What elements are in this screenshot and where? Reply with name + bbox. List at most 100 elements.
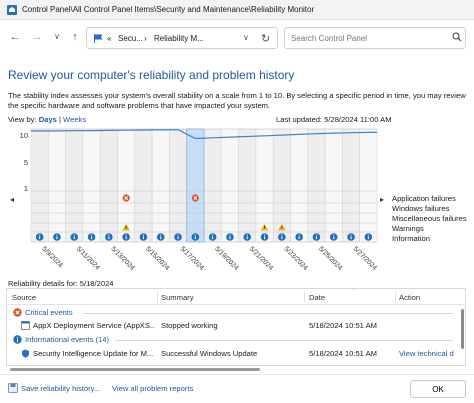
information-mark bbox=[264, 236, 266, 240]
page-description: The stability index assesses your system… bbox=[8, 91, 466, 110]
title-bar: Control Panel\All Control Panel Items\Se… bbox=[0, 0, 474, 20]
chevron-down-icon[interactable]: ∨ bbox=[243, 33, 249, 42]
day-column bbox=[99, 128, 118, 243]
day-column bbox=[169, 128, 187, 243]
information-dot bbox=[39, 234, 41, 236]
breadcrumb-security[interactable]: Secu... bbox=[118, 34, 143, 43]
x-tick-label: 5/17/2024 bbox=[179, 245, 205, 271]
row-source: Security Intelligence Update for M... bbox=[33, 349, 154, 358]
details-header: Reliability details for: 5/18/2024 bbox=[8, 279, 114, 288]
refresh-icon[interactable]: ↻ bbox=[261, 32, 270, 45]
up-button[interactable]: ↑ bbox=[68, 30, 82, 44]
information-mark bbox=[212, 236, 214, 240]
scroll-left-arrow[interactable]: ◂ bbox=[10, 195, 14, 204]
window-title: Control Panel\All Control Panel Items\Se… bbox=[22, 5, 315, 14]
information-mark bbox=[367, 236, 369, 240]
view-all-problem-reports-link[interactable]: View all problem reports bbox=[112, 384, 193, 393]
scroll-right-arrow[interactable]: ▸ bbox=[380, 195, 384, 204]
table-header: Source Summary Date ⌃ Action bbox=[7, 289, 465, 305]
x-tick-label: 5/13/2024 bbox=[109, 245, 135, 271]
day-column bbox=[151, 128, 170, 243]
day-column bbox=[290, 128, 309, 243]
x-tick-label: 5/21/2024 bbox=[248, 245, 274, 271]
warning-mark bbox=[281, 225, 283, 229]
table-row[interactable]: Security Intelligence Update for M... Su… bbox=[7, 347, 459, 360]
row-action[interactable]: View technical d bbox=[399, 349, 457, 358]
row-summary: Successful Windows Update bbox=[161, 349, 258, 358]
legend-information: Information bbox=[392, 234, 430, 243]
day-column bbox=[203, 128, 222, 243]
information-mark bbox=[125, 236, 127, 240]
view-days-link[interactable]: Days bbox=[39, 115, 57, 124]
table-row[interactable]: AppX Deployment Service (AppXS... Stoppe… bbox=[7, 319, 459, 332]
information-dot bbox=[333, 234, 335, 236]
row-source: AppX Deployment Service (AppXS... bbox=[33, 321, 155, 330]
warning-mark bbox=[125, 225, 127, 229]
day-column bbox=[30, 128, 49, 243]
column-summary[interactable]: Summary bbox=[161, 293, 194, 302]
back-button[interactable]: ← bbox=[8, 30, 22, 44]
information-mark bbox=[39, 236, 41, 240]
vertical-scrollbar[interactable] bbox=[459, 305, 465, 365]
information-mark bbox=[160, 236, 162, 240]
navigation-bar: ← → ∨ ↑ « Secu... › Reliability M... ∨ ↻ bbox=[0, 21, 474, 53]
shield-icon bbox=[21, 349, 30, 360]
informational-events-group[interactable]: Informational events (14) bbox=[25, 335, 109, 344]
information-dot bbox=[142, 234, 144, 236]
column-source[interactable]: Source bbox=[12, 293, 36, 302]
information-mark bbox=[229, 236, 231, 240]
information-dot bbox=[160, 234, 162, 236]
information-mark bbox=[142, 236, 144, 240]
information-dot bbox=[194, 234, 196, 236]
day-column bbox=[342, 128, 360, 243]
information-dot bbox=[264, 234, 266, 236]
reliability-monitor-icon bbox=[6, 4, 18, 18]
information-mark bbox=[298, 236, 300, 240]
legend-application-failures: Application failures bbox=[392, 194, 456, 203]
information-dot bbox=[212, 234, 214, 236]
day-column bbox=[238, 128, 257, 243]
x-tick-label: 5/23/2024 bbox=[282, 245, 308, 271]
information-dot bbox=[246, 234, 248, 236]
view-weeks-link[interactable]: Weeks bbox=[63, 115, 86, 124]
y-tick-label: 5 bbox=[24, 158, 28, 167]
ok-button[interactable]: OK bbox=[410, 380, 466, 398]
save-reliability-history-link[interactable]: Save reliability history... bbox=[21, 384, 100, 393]
legend-windows-failures: Windows failures bbox=[392, 204, 450, 213]
y-tick-label: 1 bbox=[24, 184, 28, 193]
search-icon[interactable] bbox=[452, 32, 462, 44]
page-title: Review your computer's reliability and p… bbox=[8, 68, 295, 82]
day-column bbox=[359, 128, 378, 243]
information-mark bbox=[177, 236, 179, 240]
legend-warnings: Warnings bbox=[392, 224, 424, 233]
day-column bbox=[307, 128, 326, 243]
recent-locations-button[interactable]: ∨ bbox=[50, 30, 64, 44]
information-dot bbox=[350, 234, 352, 236]
information-mark bbox=[108, 236, 110, 240]
x-tick-label: 5/15/2024 bbox=[144, 245, 170, 271]
information-mark bbox=[315, 236, 317, 240]
search-input[interactable] bbox=[284, 27, 466, 49]
x-tick-label: 5/19/2024 bbox=[213, 245, 239, 271]
day-column bbox=[82, 128, 101, 243]
information-dot bbox=[56, 234, 58, 236]
information-dot bbox=[298, 234, 300, 236]
information-dot bbox=[229, 234, 231, 236]
information-dot bbox=[91, 234, 93, 236]
breadcrumb-reliability-monitor[interactable]: Reliability M... bbox=[154, 34, 204, 43]
footer-bar: Save reliability history... View all pro… bbox=[0, 374, 474, 403]
horizontal-scrollbar[interactable] bbox=[6, 366, 466, 372]
column-action[interactable]: Action bbox=[399, 293, 420, 302]
row-date: 5/18/2024 10:51 AM bbox=[309, 321, 377, 330]
information-dot bbox=[367, 234, 369, 236]
information-mark bbox=[350, 236, 352, 240]
address-overflow-chevron[interactable]: « bbox=[107, 34, 111, 43]
address-bar[interactable]: « Secu... › Reliability M... ∨ ↻ bbox=[86, 27, 278, 49]
critical-icon bbox=[13, 308, 22, 319]
details-table: Source Summary Date ⌃ Action Critical ev… bbox=[6, 288, 466, 366]
critical-events-group[interactable]: Critical events bbox=[25, 308, 73, 317]
column-date[interactable]: Date bbox=[309, 293, 325, 302]
forward-button[interactable]: → bbox=[30, 30, 44, 44]
information-mark bbox=[73, 236, 75, 240]
app-icon bbox=[21, 321, 30, 332]
